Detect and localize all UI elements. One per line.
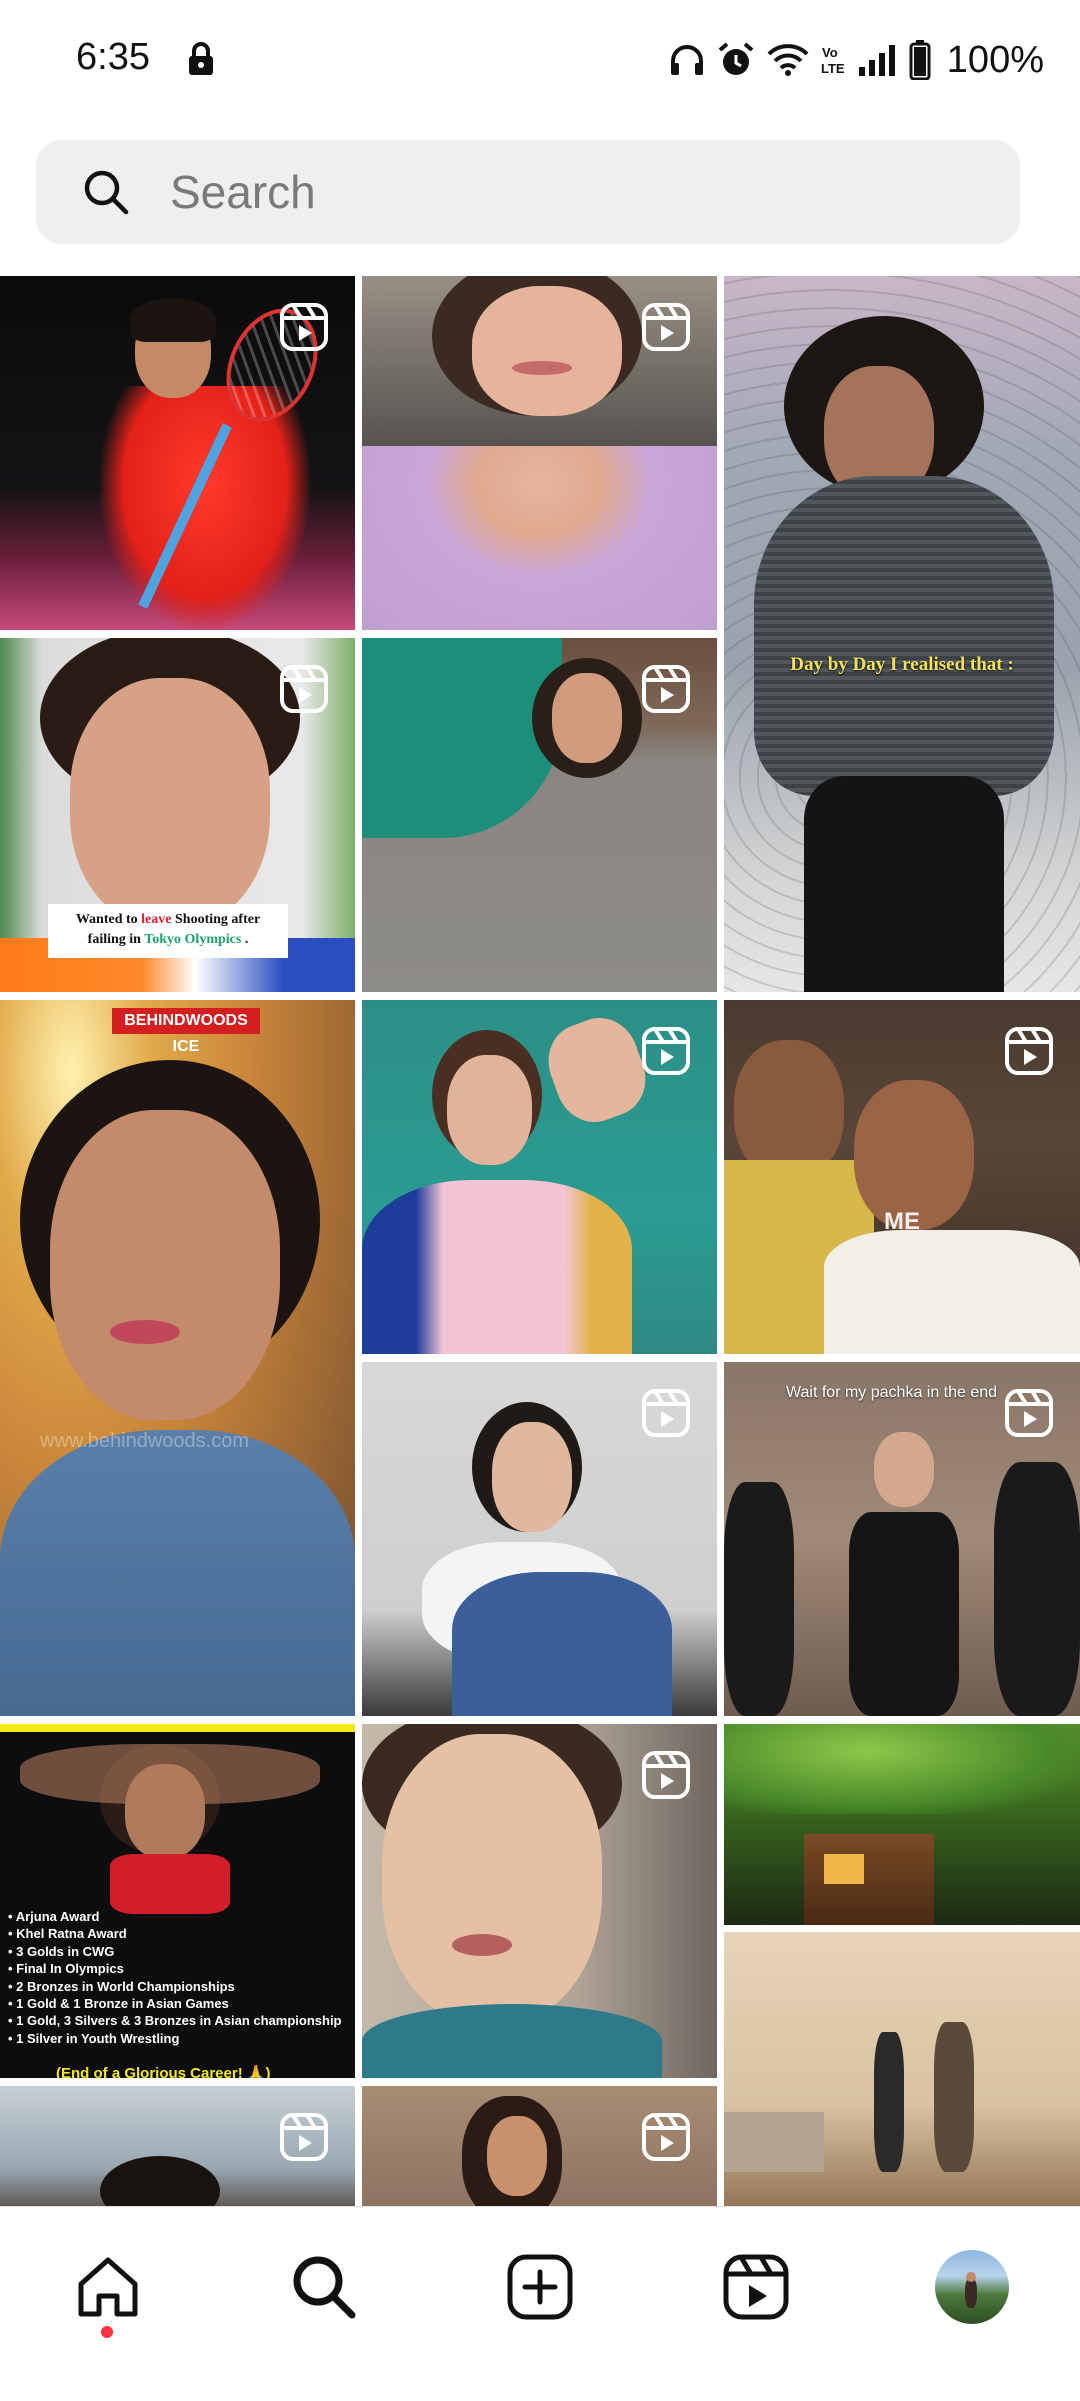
search-input[interactable] bbox=[168, 164, 932, 220]
tile-footer: (End of a Glorious Career! 🙏) bbox=[56, 2065, 271, 2078]
caption-part: Wanted to bbox=[75, 912, 142, 927]
tile-caption: Day by Day I realised that : bbox=[790, 654, 1014, 675]
reel-icon bbox=[642, 1751, 690, 1799]
grid-tile-woman-saree-partial[interactable] bbox=[362, 2086, 717, 2206]
caption-part: . bbox=[241, 932, 249, 947]
home-icon bbox=[78, 2257, 138, 2317]
achievement-item: • Final In Olympics bbox=[8, 1961, 124, 1977]
grid-tile-couple-partial[interactable] bbox=[0, 2086, 355, 2206]
search-icon bbox=[293, 2256, 356, 2319]
reel-icon bbox=[1005, 1027, 1053, 1075]
achievement-item: • Khel Ratna Award bbox=[8, 1926, 127, 1942]
reel-icon bbox=[642, 1389, 690, 1437]
reel-icon bbox=[280, 303, 328, 351]
achievement-list: • Arjuna Award • Khel Ratna Award • 3 Go… bbox=[8, 1908, 353, 2047]
battery-percentage: 100% bbox=[946, 38, 1044, 81]
search-icon bbox=[84, 170, 129, 215]
grid-tile-woman-lying-heart[interactable]: Day by Day I realised that : bbox=[724, 276, 1080, 992]
grid-tile-badminton-player[interactable] bbox=[0, 276, 355, 630]
alarm-icon bbox=[718, 42, 754, 75]
caption-part: leave bbox=[141, 912, 172, 927]
tile-caption-box: Wanted to leave Shooting after failing i… bbox=[48, 904, 288, 958]
tile-caption: ME bbox=[884, 1208, 920, 1235]
achievement-item: • 3 Golds in CWG bbox=[8, 1943, 115, 1959]
caption-part: Tokyo Olympics bbox=[144, 932, 242, 947]
reel-icon bbox=[280, 665, 328, 713]
reel-icon bbox=[642, 303, 690, 351]
nav-reels[interactable] bbox=[716, 2247, 796, 2327]
profile-avatar bbox=[935, 2250, 1009, 2324]
reel-icon bbox=[642, 2113, 690, 2161]
tile-watermark: www.behindwoods.com bbox=[40, 1430, 249, 1452]
reel-icon bbox=[280, 2113, 328, 2161]
grid-tile-woman-ripped-jeans[interactable] bbox=[362, 1362, 717, 1716]
tile-caption: Wait for my pachka in the end bbox=[786, 1384, 998, 1401]
achievement-item: • Arjuna Award bbox=[8, 1909, 100, 1924]
grid-tile-room-two-men[interactable] bbox=[724, 1932, 1080, 2206]
status-bar: 6:35 Vo LTE 100% bbox=[0, 0, 1080, 125]
reel-icon bbox=[642, 1027, 690, 1075]
reels-icon bbox=[723, 2254, 789, 2320]
grid-tile-woman-green-saree[interactable] bbox=[362, 638, 717, 992]
create-icon bbox=[507, 2254, 573, 2320]
achievement-item: • 1 Silver in Youth Wrestling bbox=[8, 2030, 180, 2046]
caption-part: Shooting after bbox=[171, 912, 261, 927]
grid-tile-woman-closeup[interactable] bbox=[362, 1724, 717, 2078]
active-indicator-dot bbox=[101, 2326, 113, 2338]
svg-text:LTE: LTE bbox=[821, 61, 845, 76]
svg-text:Vo: Vo bbox=[822, 45, 838, 60]
explore-grid: Day by Day I realised that : Wanted to l… bbox=[0, 276, 1080, 2206]
reel-icon bbox=[642, 665, 690, 713]
grid-tile-two-men-reaction[interactable]: ME bbox=[724, 1000, 1080, 1354]
battery-icon bbox=[909, 40, 931, 80]
status-time: 6:35 bbox=[76, 36, 150, 78]
nav-home[interactable] bbox=[68, 2247, 148, 2327]
achievement-item: • 2 Bronzes in World Championships bbox=[8, 1978, 235, 1994]
grid-tile-shooter-closeup[interactable]: Wanted to leave Shooting after failing i… bbox=[0, 638, 355, 992]
nav-create[interactable] bbox=[500, 2247, 580, 2327]
lock-icon bbox=[189, 42, 213, 75]
status-icons: Vo LTE 100% bbox=[669, 36, 1044, 84]
grid-tile-behindwoods-interview[interactable]: BEHINDWOODS ICE www.behindwoods.com bbox=[0, 1000, 355, 1716]
caption-part: failing in bbox=[87, 932, 145, 947]
grid-tile-woman-lilac-kurta[interactable] bbox=[362, 276, 717, 630]
headphones-icon bbox=[670, 45, 703, 75]
wifi-icon bbox=[767, 44, 809, 76]
grid-tile-forest-treehouse[interactable] bbox=[724, 1724, 1080, 1925]
nav-profile[interactable] bbox=[932, 2247, 1012, 2327]
signal-icon bbox=[858, 45, 895, 76]
grid-tile-woman-waving[interactable] bbox=[362, 1000, 717, 1354]
grid-tile-women-dancing[interactable]: Wait for my pachka in the end bbox=[724, 1362, 1080, 1716]
behindwoods-badge: BEHINDWOODS ICE bbox=[112, 1008, 260, 1055]
reel-icon bbox=[1005, 1389, 1053, 1437]
search-bar[interactable] bbox=[36, 140, 1020, 244]
achievement-item: • 1 Gold, 3 Silvers & 3 Bronzes in Asian… bbox=[8, 2013, 342, 2029]
grid-tile-wrestler-career[interactable]: • Arjuna Award • Khel Ratna Award • 3 Go… bbox=[0, 1724, 355, 2078]
achievement-item: • 1 Gold & 1 Bronze in Asian Games bbox=[8, 1996, 229, 2012]
bottom-nav bbox=[0, 2206, 1080, 2401]
volte-icon: Vo LTE bbox=[821, 45, 845, 76]
nav-search[interactable] bbox=[284, 2247, 364, 2327]
